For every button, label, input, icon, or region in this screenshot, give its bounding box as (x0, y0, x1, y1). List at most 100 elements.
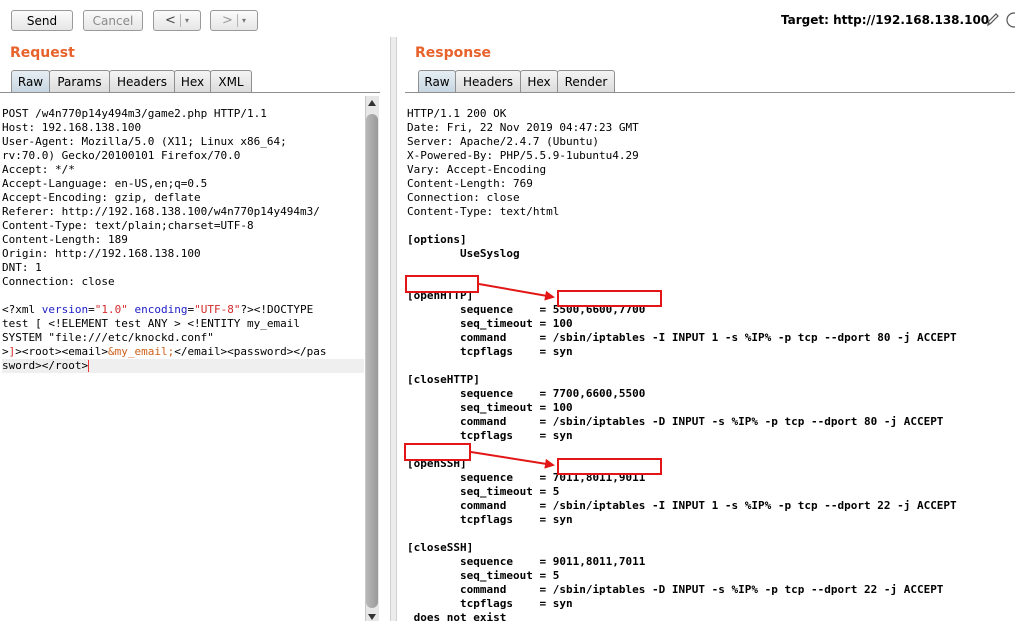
xml-text: > (2, 345, 9, 358)
config-key: seq_timeout = (407, 317, 553, 330)
config-line: seq_timeout = 100 (407, 317, 957, 331)
back-arrow-icon: < (165, 13, 176, 28)
config-value: /sbin/iptables -I INPUT 1 -s %IP% -p tcp… (552, 331, 957, 344)
xml-body-line: >]><root><email>&my_email;</email><passw… (2, 345, 364, 359)
config-value: /sbin/iptables -I INPUT 1 -s %IP% -p tcp… (552, 499, 957, 512)
request-editor[interactable]: POST /w4n770p14y494m3/game2.php HTTP/1.1… (2, 93, 364, 387)
config-value: 5 (552, 485, 560, 498)
config-key: seq_timeout = (407, 485, 553, 498)
tab-hex[interactable]: Hex (520, 70, 558, 92)
config-key: seq_timeout = (407, 569, 553, 582)
config-line: tcpflags = syn (407, 429, 957, 443)
request-header: Referer: http://192.168.138.100/w4n770p1… (2, 205, 320, 218)
xml-attr: version (41, 303, 89, 316)
response-editor[interactable]: HTTP/1.1 200 OK Date: Fri, 22 Nov 2019 04… (407, 93, 957, 639)
knock-sequence: 7700,6600,5500 (552, 387, 646, 400)
config-value: 100 (552, 401, 573, 414)
config-key: sequence = (407, 387, 553, 400)
config-line: command = /sbin/iptables -D INPUT -s %IP… (407, 415, 957, 429)
tab-hex[interactable]: Hex (174, 70, 211, 92)
send-button[interactable]: Send (11, 10, 73, 31)
text-caret (88, 360, 90, 372)
annotation-box-openhttp-sequence (557, 290, 662, 307)
forward-button[interactable]: > ▾ (210, 10, 258, 31)
tab-xml[interactable]: XML (210, 70, 252, 92)
config-section-header: [closeHTTP] (407, 373, 480, 386)
config-key: command = (407, 415, 553, 428)
xml-text: ?><!DOCTYPE (240, 303, 314, 316)
request-scrollbar-thumb[interactable] (366, 114, 378, 608)
config-key: sequence = (407, 555, 553, 568)
config-value: syn (552, 429, 573, 442)
status-line: HTTP/1.1 200 OK (407, 107, 507, 120)
config-line: seq_timeout = 5 (407, 569, 957, 583)
request-header: User-Agent: Mozilla/5.0 (X11; Linux x86_… (2, 135, 287, 148)
back-button[interactable]: < ▾ (153, 10, 201, 31)
tab-headers[interactable]: Headers (109, 70, 175, 92)
xml-body-line: <?xml version="1.0" encoding="UTF-8"?><!… (2, 303, 364, 317)
xml-entity: &my_email; (107, 345, 175, 358)
config-line: tcpflags = syn (407, 597, 957, 611)
tab-render[interactable]: Render (557, 70, 615, 92)
config-line: UseSyslog (407, 247, 520, 260)
pencil-icon[interactable] (985, 11, 1001, 29)
config-value: syn (552, 597, 573, 610)
scroll-up-icon[interactable] (367, 99, 377, 107)
target-label: Target: http://192.168.138.100 (781, 13, 990, 27)
xml-body-line: SYSTEM "file:///etc/knockd.conf" (2, 331, 214, 344)
config-section-header: [options] (407, 233, 467, 246)
config-value: /sbin/iptables -D INPUT -s %IP% -p tcp -… (552, 415, 944, 428)
tab-raw[interactable]: Raw (418, 70, 456, 92)
request-header: Accept-Language: en-US,en;q=0.5 (2, 177, 208, 190)
cancel-button[interactable]: Cancel (83, 10, 143, 31)
request-title: Request (10, 45, 75, 61)
config-section-header: [openSSH] (407, 457, 467, 470)
config-key: tcpflags = (407, 345, 553, 358)
config-line: sequence = 5500,6600,7700 (407, 303, 957, 317)
xml-body-line: test [ <!ELEMENT test ANY > <!ENTITY my_… (2, 317, 301, 330)
xml-value: "UTF-8" (194, 303, 241, 316)
config-value: syn (552, 513, 573, 526)
request-header: Accept: */* (2, 163, 75, 176)
config-line: command = /sbin/iptables -D INPUT -s %IP… (407, 583, 957, 597)
annotation-box-openssh (404, 443, 471, 461)
config-line: sequence = 7011,8011,9011 (407, 471, 957, 485)
request-line: POST /w4n770p14y494m3/game2.php HTTP/1.1 (2, 107, 267, 120)
request-header: rv:70.0) Gecko/20100101 Firefox/70.0 (2, 149, 241, 162)
xml-attr: encoding (134, 303, 188, 316)
tab-raw[interactable]: Raw (11, 70, 50, 92)
config-value: 100 (552, 317, 573, 330)
response-header: Content-Type: text/html (407, 205, 560, 218)
response-header: X-Powered-By: PHP/5.5.9-1ubuntu4.29 (407, 149, 639, 162)
config-value: 5 (552, 569, 560, 582)
chevron-down-icon: ▾ (241, 16, 246, 25)
request-header: Connection: close (2, 275, 115, 288)
xml-text: = (88, 303, 95, 316)
tab-headers[interactable]: Headers (455, 70, 521, 92)
config-key: tcpflags = (407, 597, 553, 610)
button-separator (236, 14, 238, 27)
config-section-header: [closeSSH] (407, 541, 474, 554)
request-header: Accept-Encoding: gzip, deflate (2, 191, 201, 204)
response-tabs: Raw Headers Hex Render (418, 70, 615, 93)
config-line: command = /sbin/iptables -I INPUT 1 -s %… (407, 331, 957, 345)
config-line: seq_timeout = 100 (407, 401, 957, 415)
tab-params[interactable]: Params (49, 70, 110, 92)
pane-splitter[interactable] (390, 37, 397, 621)
config-line: sequence = 9011,8011,7011 (407, 555, 957, 569)
help-icon[interactable] (1005, 11, 1015, 29)
response-header: Vary: Accept-Encoding (407, 163, 547, 176)
chevron-down-icon: ▾ (184, 16, 189, 25)
scroll-down-icon[interactable] (367, 613, 377, 621)
config-key: command = (407, 499, 553, 512)
xml-text: </email><password></pas (174, 345, 327, 358)
request-header: Host: 192.168.138.100 (2, 121, 142, 134)
forward-arrow-icon: > (222, 13, 233, 28)
config-key: command = (407, 331, 553, 344)
xml-text: ><root><email> (15, 345, 108, 358)
response-header: Date: Fri, 22 Nov 2019 04:47:23 GMT (407, 121, 639, 134)
